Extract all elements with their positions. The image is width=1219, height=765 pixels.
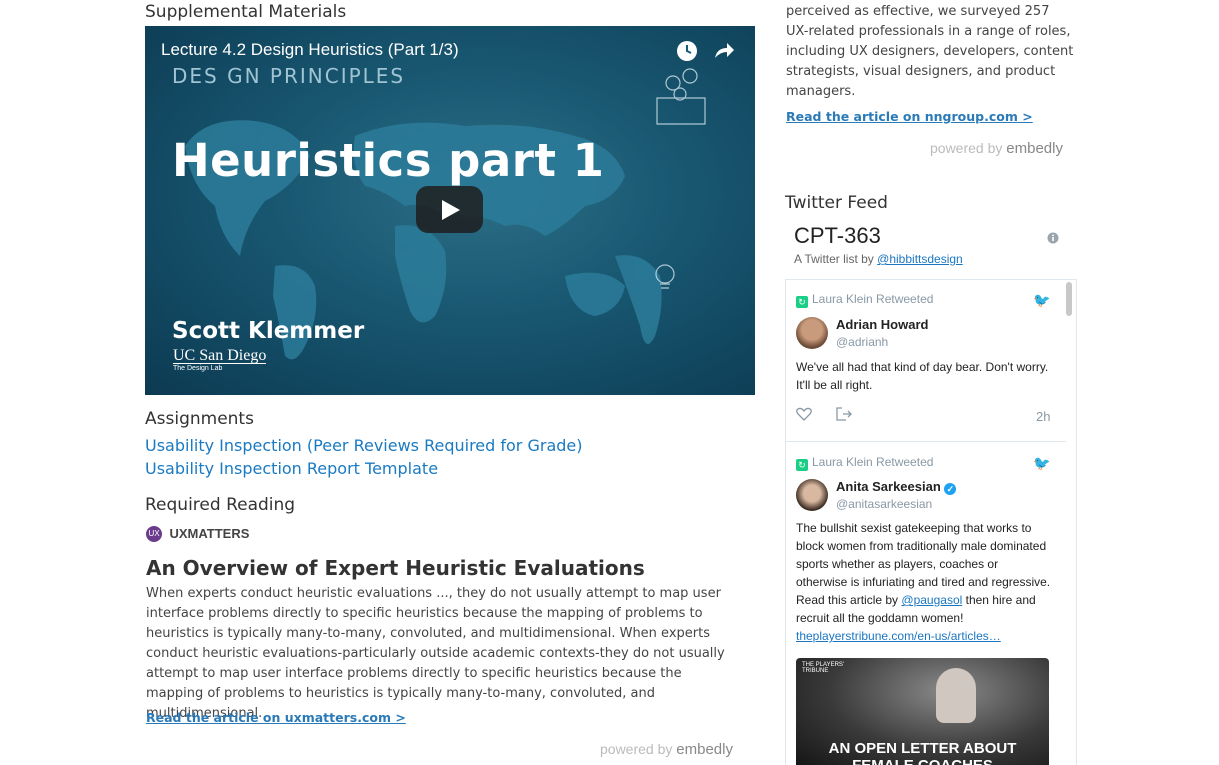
twitter-list-widget: CPT-363 A Twitter list by @hibbittsdesig… (785, 221, 1077, 765)
tweet-author-handle[interactable]: @adrianh (836, 335, 888, 349)
info-icon[interactable] (1047, 231, 1059, 249)
avatar[interactable] (796, 317, 828, 349)
embedly-attribution-left[interactable]: powered by embedly (600, 741, 733, 758)
tweet-timestamp[interactable]: 2h (1036, 409, 1050, 424)
uxmatters-logo-text: UXMATTERS (169, 526, 250, 542)
list-owner-link[interactable]: @hibbittsdesign (877, 252, 963, 266)
powered-by-label: powered by (600, 741, 673, 757)
share-tweet-icon[interactable] (836, 407, 852, 424)
tweet[interactable]: ↻ Laura Klein Retweeted 🐦 Anita Sarkeesia… (796, 455, 1051, 765)
article-excerpt: When experts conduct heuristic evaluatio… (146, 586, 725, 721)
embedly-brand: embedly (676, 741, 733, 758)
tweet-author-handle[interactable]: @anitasarkeesian (836, 497, 932, 511)
card-brand: THE PLAYERS' TRIBUNE (802, 662, 845, 674)
article-title[interactable]: An Overview of Expert Heuristic Evaluati… (146, 556, 645, 580)
embedly-brand: embedly (1006, 140, 1063, 157)
share-icon[interactable] (713, 40, 735, 67)
assignment-link-peer-review[interactable]: Usability Inspection (Peer Reviews Requi… (145, 436, 582, 455)
twitter-list-byline: A Twitter list by @hibbittsdesign (794, 252, 963, 266)
clock-icon[interactable] (676, 40, 698, 67)
list-by-label: A Twitter list by (794, 252, 874, 266)
verified-badge-icon: ✓ (944, 483, 957, 495)
assignments-heading: Assignments (145, 409, 254, 429)
video-big-title: Heuristics part 1 (172, 134, 605, 187)
retweet-context: ↻ Laura Klein Retweeted (796, 455, 1051, 471)
tweet-author-name[interactable]: Adrian Howard (836, 317, 928, 332)
tweet-text: We've all had that kind of day bear. Don… (796, 360, 1049, 392)
twitter-bird-icon[interactable]: 🐦 (1033, 292, 1050, 309)
uxmatters-logo: UX UXMATTERS (146, 525, 249, 543)
retweet-context: ↻ Laura Klein Retweeted (796, 292, 1051, 308)
tweet-timeline[interactable]: ↻ Laura Klein Retweeted 🐦 Adrian Howard @… (785, 279, 1077, 765)
play-button[interactable] (416, 186, 483, 233)
uxmatters-logo-badge: UX (146, 525, 162, 542)
powered-by-label: powered by (930, 140, 1003, 156)
embedly-attribution-right[interactable]: powered by embedly (930, 140, 1063, 157)
tweet-link-card[interactable]: THE PLAYERS' TRIBUNE AN OPEN LETTER ABOU… (796, 658, 1049, 765)
nngroup-article-excerpt: perceived as effective, we surveyed 257 … (786, 4, 1074, 99)
retweet-icon: ↻ (796, 296, 808, 308)
tweet-author-name[interactable]: Anita Sarkeesian ✓ (836, 479, 957, 495)
video-org-logo: UC San Diego (173, 347, 267, 364)
video-speaker: Scott Klemmer (172, 318, 365, 344)
retweeted-by-label: Laura Klein Retweeted (812, 292, 934, 306)
like-icon[interactable] (796, 407, 812, 424)
tweet[interactable]: ↻ Laura Klein Retweeted 🐦 Adrian Howard @… (796, 292, 1051, 424)
twitter-bird-icon[interactable]: 🐦 (1033, 455, 1050, 472)
tweet-author-name-text: Anita Sarkeesian (836, 479, 941, 494)
retweet-icon: ↻ (796, 459, 808, 471)
card-headline: AN OPEN LETTER ABOUT FEMALE COACHES (828, 740, 1017, 765)
timeline-scrollbar[interactable] (1066, 282, 1072, 316)
tweet-url-link[interactable]: theplayerstribune.com/en-us/articles… (796, 629, 1001, 643)
twitter-feed-heading: Twitter Feed (785, 193, 888, 213)
avatar[interactable] (796, 479, 828, 511)
read-article-uxmatters-link[interactable]: Read the article on uxmatters.com > (146, 710, 406, 725)
video-player[interactable]: Lecture 4.2 Design Heuristics (Part 1/3)… (145, 26, 755, 395)
twitter-list-title[interactable]: CPT-363 (794, 223, 881, 249)
assignment-link-report-template[interactable]: Usability Inspection Report Template (145, 459, 438, 478)
card-photo-person (936, 668, 976, 723)
retweeted-by-label: Laura Klein Retweeted (812, 455, 934, 469)
video-org-sub: The Design Lab (173, 365, 223, 372)
mention-link[interactable]: @paugasol (901, 593, 962, 607)
supplemental-heading: Supplemental Materials (145, 2, 347, 22)
video-title: Lecture 4.2 Design Heuristics (Part 1/3) (161, 40, 459, 59)
required-reading-heading: Required Reading (145, 495, 296, 515)
tweet-text: The bullshit sexist gatekeeping that wor… (796, 519, 1051, 645)
video-kicker: DES GN PRINCIPLES (172, 64, 406, 88)
read-article-nngroup-link[interactable]: Read the article on nngroup.com > (786, 109, 1033, 124)
tweet-divider (786, 441, 1066, 442)
